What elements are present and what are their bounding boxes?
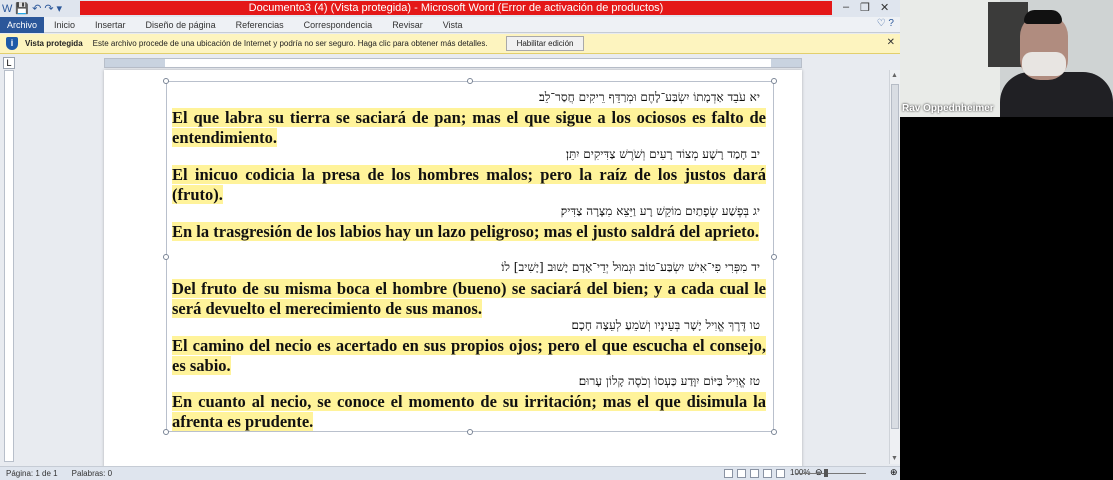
- status-bar: Página: 1 de 1 Palabras: 0 100% ⊖ ⊕: [0, 466, 900, 480]
- scroll-down-icon[interactable]: ▼: [891, 455, 898, 462]
- participant-name: Rav Oppednheimer: [902, 103, 994, 114]
- spanish-verse-14: Del fruto de su misma boca el hombre (bu…: [172, 279, 766, 318]
- undo-icon[interactable]: ↶: [32, 2, 41, 16]
- print-layout-icon[interactable]: [724, 469, 733, 478]
- spanish-verse-11: El que labra su tierra se saciará de pan…: [172, 108, 766, 147]
- zoom-slider-knob[interactable]: [824, 469, 828, 477]
- web-layout-icon[interactable]: [750, 469, 759, 478]
- full-screen-reading-icon[interactable]: [737, 469, 746, 478]
- help-icon[interactable]: ♡ ?: [877, 18, 894, 29]
- enable-editing-button[interactable]: Habilitar edición: [505, 36, 585, 51]
- resize-handle[interactable]: [163, 254, 169, 260]
- close-message-bar-icon[interactable]: ✕: [887, 37, 895, 48]
- resize-handle[interactable]: [771, 254, 777, 260]
- hebrew-verse-11: יא עֹבֵד אַדְמָתוֹ יִשְׂבַּע־לָחֶם וּמְר…: [538, 90, 760, 104]
- tab-archivo[interactable]: Archivo: [0, 16, 45, 33]
- tab-correspondencia[interactable]: Correspondencia: [294, 17, 383, 33]
- resize-handle[interactable]: [771, 429, 777, 435]
- draft-icon[interactable]: [776, 469, 785, 478]
- spanish-verse-13: En la trasgresión de los labios hay un l…: [172, 222, 760, 241]
- tab-revisar[interactable]: Revisar: [382, 17, 433, 33]
- video-person-body: [1000, 72, 1113, 117]
- ribbon-tabs: Archivo Inicio Insertar Diseño de página…: [0, 16, 900, 33]
- title-bar: W 💾 ↶ ↷ ▾ Documento3 (4) (Vista protegid…: [0, 0, 900, 17]
- spanish-verse-16: En cuanto al necio, se conoce el momento…: [172, 392, 766, 431]
- protected-view-bar: i Vista protegida Este archivo procede d…: [0, 34, 900, 54]
- tab-selector[interactable]: L: [3, 57, 15, 69]
- save-icon[interactable]: 💾: [15, 2, 29, 16]
- minimize-button[interactable]: –: [843, 1, 849, 13]
- horizontal-ruler[interactable]: [104, 58, 802, 68]
- resize-handle[interactable]: [163, 78, 169, 84]
- window-title: Documento3 (4) (Vista protegida) - Micro…: [80, 1, 832, 15]
- customize-dropdown-icon[interactable]: ▾: [57, 2, 63, 16]
- scroll-up-icon[interactable]: ▲: [891, 72, 898, 79]
- ruler-left-margin: [105, 59, 165, 67]
- redo-icon[interactable]: ↷: [44, 2, 53, 16]
- tab-vista[interactable]: Vista: [433, 17, 473, 33]
- vertical-ruler[interactable]: [4, 70, 14, 462]
- resize-handle[interactable]: [467, 78, 473, 84]
- spanish-verse-15: El camino del necio es acertado en sus p…: [172, 336, 766, 375]
- page-count[interactable]: Página: 1 de 1: [6, 469, 58, 478]
- quick-access-toolbar: W 💾 ↶ ↷ ▾: [0, 2, 62, 16]
- tab-inicio[interactable]: Inicio: [44, 17, 85, 33]
- hebrew-verse-15: טו דֶּרֶךְ אֱוִיל יָשָׁר בְּעֵינָיו וְשֹ…: [571, 318, 760, 332]
- video-person-mask: [1022, 52, 1066, 76]
- close-button[interactable]: ✕: [880, 1, 889, 14]
- video-person-kippah: [1024, 10, 1062, 24]
- resize-handle[interactable]: [163, 429, 169, 435]
- zoom-slider[interactable]: [796, 473, 866, 474]
- ruler-right-margin: [771, 59, 801, 67]
- tab-diseno-de-pagina[interactable]: Diseño de página: [136, 17, 226, 33]
- shield-icon: i: [6, 37, 18, 50]
- word-count[interactable]: Palabras: 0: [72, 469, 112, 478]
- restore-button[interactable]: ❐: [860, 1, 870, 14]
- hebrew-verse-13: יג בְּפֶשַׁע שְׂפָתַיִם מוֹקֵשׁ רָע וַיֵ…: [560, 204, 760, 218]
- hebrew-verse-16: טז אֱוִיל בַּיּוֹם יִוָּדַע כַּעְסוֹ וְכ…: [578, 374, 760, 388]
- zoom-in-icon[interactable]: ⊕: [890, 467, 898, 478]
- word-app-icon[interactable]: W: [2, 2, 12, 16]
- mouse-cursor: [214, 258, 224, 268]
- spanish-verse-12: El inicuo codicia la presa de los hombre…: [172, 165, 766, 204]
- tab-referencias[interactable]: Referencias: [226, 17, 294, 33]
- word-window: W 💾 ↶ ↷ ▾ Documento3 (4) (Vista protegid…: [0, 0, 900, 480]
- vertical-scrollbar[interactable]: ▲ ▼: [889, 70, 900, 464]
- outline-icon[interactable]: [763, 469, 772, 478]
- resize-handle[interactable]: [771, 78, 777, 84]
- protected-view-message[interactable]: Este archivo procede de una ubicación de…: [93, 39, 488, 48]
- tab-insertar[interactable]: Insertar: [85, 17, 136, 33]
- video-feed: [900, 0, 1113, 117]
- hebrew-verse-12: יב חָמַד רָשָׁע מְצוֹד רָעִים וְשֹׁרֶשׁ …: [565, 147, 760, 161]
- hebrew-verse-14: יד מִפְּרִי פִי־אִישׁ יִשְׂבַּע־טוֹב וּג…: [501, 260, 760, 274]
- scroll-thumb[interactable]: [891, 84, 899, 429]
- protected-view-title: Vista protegida: [25, 39, 83, 48]
- video-background: [900, 0, 1000, 117]
